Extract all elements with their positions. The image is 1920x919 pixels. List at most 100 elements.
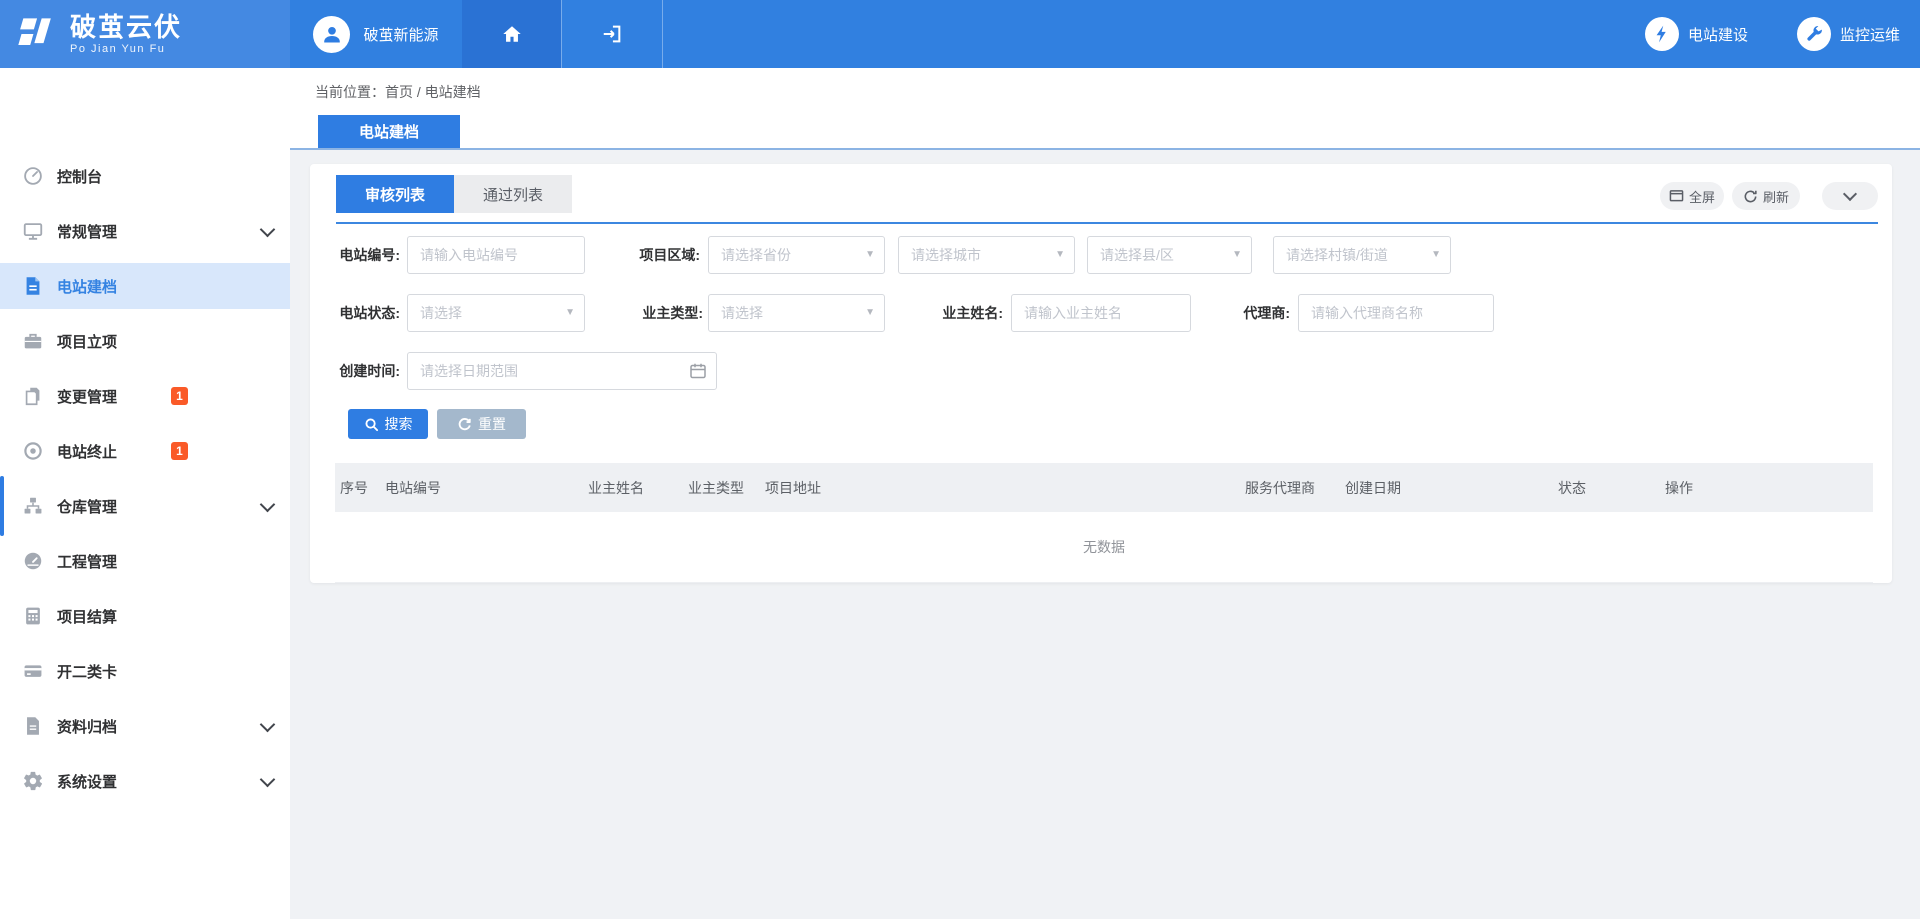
owner-name-label: 业主姓名: bbox=[923, 294, 1003, 332]
sidebar-item-label: 电站建档 bbox=[57, 276, 117, 297]
wrench-icon bbox=[1797, 17, 1831, 51]
sitemap-icon bbox=[22, 495, 44, 517]
county-select[interactable]: 请选择县/区 ▼ bbox=[1087, 236, 1252, 274]
page-tab-station-archive[interactable]: 电站建档 bbox=[318, 115, 460, 148]
reset-button[interactable]: 重置 bbox=[437, 409, 526, 439]
station-no-input[interactable] bbox=[407, 236, 585, 274]
column-header-owner-name: 业主姓名 bbox=[583, 478, 683, 498]
user-name: 破茧新能源 bbox=[363, 24, 438, 45]
owner-name-input[interactable] bbox=[1011, 294, 1191, 332]
county-placeholder: 请选择县/区 bbox=[1100, 245, 1174, 265]
province-select[interactable]: 请选择省份 ▼ bbox=[708, 236, 885, 274]
sidebar-scrollbar-thumb[interactable] bbox=[0, 476, 4, 536]
main-panel: 审核列表 通过列表 全屏 刷新 电站编号: 项目区域: 请选择省份 ▼ 请选择城… bbox=[310, 164, 1892, 583]
module-label: 电站建设 bbox=[1688, 24, 1748, 45]
sidebar-item-data-archive[interactable]: 资料归档 bbox=[0, 703, 290, 749]
sidebar-item-label: 电站终止 bbox=[57, 441, 117, 462]
sidebar-item-project-settlement[interactable]: 项目结算 bbox=[0, 593, 290, 639]
brand-logo: 破茧云伏 Po Jian Yun Fu bbox=[0, 0, 290, 68]
tab-review-list[interactable]: 审核列表 bbox=[336, 175, 454, 213]
reset-label: 重置 bbox=[478, 414, 506, 434]
table-empty-state: 无数据 bbox=[335, 512, 1873, 583]
date-range-placeholder: 请选择日期范围 bbox=[420, 361, 518, 381]
fullscreen-button[interactable]: 全屏 bbox=[1660, 182, 1724, 210]
agent-input[interactable] bbox=[1298, 294, 1494, 332]
column-header-station-no: 电站编号 bbox=[380, 478, 583, 498]
status-placeholder: 请选择 bbox=[420, 303, 462, 323]
caret-down-icon: ▼ bbox=[865, 249, 875, 260]
column-header-service-agent: 服务代理商 bbox=[1240, 478, 1340, 498]
column-header-actions: 操作 bbox=[1660, 478, 1873, 498]
sidebar-item-station-terminate[interactable]: 电站终止 1 bbox=[0, 428, 290, 474]
logout-icon bbox=[601, 23, 623, 45]
breadcrumb: 当前位置：首页 / 电站建档 bbox=[315, 82, 481, 102]
sidebar-item-label: 常规管理 bbox=[57, 221, 117, 242]
sidebar-item-label: 工程管理 bbox=[57, 551, 117, 572]
caret-down-icon: ▼ bbox=[565, 307, 575, 318]
owner-type-label: 业主类型: bbox=[623, 294, 703, 332]
town-select[interactable]: 请选择村镇/街道 ▼ bbox=[1273, 236, 1451, 274]
dashboard-icon bbox=[22, 550, 44, 572]
calendar-icon bbox=[689, 362, 707, 380]
chevron-down-icon bbox=[260, 717, 276, 733]
user-icon bbox=[321, 23, 343, 45]
user-account[interactable]: 破茧新能源 bbox=[290, 0, 462, 68]
header-divider bbox=[662, 0, 663, 68]
sidebar-item-open-class2-card[interactable]: 开二类卡 bbox=[0, 648, 290, 694]
breadcrumb-current: 电站建档 bbox=[425, 84, 481, 100]
sidebar-item-label: 变更管理 bbox=[57, 386, 117, 407]
sidebar-item-label: 项目立项 bbox=[57, 331, 117, 352]
search-label: 搜索 bbox=[385, 414, 413, 434]
station-status-select[interactable]: 请选择 ▼ bbox=[407, 294, 585, 332]
sidebar-item-general-mgmt[interactable]: 常规管理 bbox=[0, 208, 290, 254]
sidebar-item-label: 系统设置 bbox=[57, 771, 117, 792]
fullscreen-icon bbox=[1669, 189, 1684, 203]
station-status-label: 电站状态: bbox=[320, 294, 400, 332]
home-button[interactable] bbox=[462, 0, 561, 68]
date-range-picker[interactable]: 请选择日期范围 bbox=[407, 352, 717, 390]
copy-pages-icon bbox=[22, 385, 44, 407]
sidebar-item-change-mgmt[interactable]: 变更管理 1 bbox=[0, 373, 290, 419]
sidebar-item-project-initiation[interactable]: 项目立项 bbox=[0, 318, 290, 364]
refresh-button[interactable]: 刷新 bbox=[1732, 182, 1800, 210]
town-placeholder: 请选择村镇/街道 bbox=[1286, 245, 1388, 265]
logout-button[interactable] bbox=[561, 0, 662, 68]
column-header-status: 状态 bbox=[1553, 478, 1660, 498]
module-station-build[interactable]: 电站建设 bbox=[1645, 0, 1748, 68]
sidebar-item-label: 项目结算 bbox=[57, 606, 117, 627]
caret-down-icon: ▼ bbox=[1232, 249, 1242, 260]
list-tabbar: 审核列表 通过列表 全屏 刷新 bbox=[336, 175, 1878, 224]
record-circle-icon bbox=[22, 440, 44, 462]
sidebar-item-label: 控制台 bbox=[57, 166, 102, 187]
sidebar-item-engineering-mgmt[interactable]: 工程管理 bbox=[0, 538, 290, 584]
avatar bbox=[313, 16, 350, 53]
search-icon bbox=[364, 417, 379, 432]
province-placeholder: 请选择省份 bbox=[721, 245, 791, 265]
refresh-label: 刷新 bbox=[1763, 187, 1789, 206]
breadcrumb-home-link[interactable]: 首页 bbox=[385, 84, 413, 100]
breadcrumb-separator: / bbox=[413, 84, 425, 100]
file-archive-icon bbox=[22, 715, 44, 737]
collapse-panel-button[interactable] bbox=[1822, 182, 1878, 210]
city-select[interactable]: 请选择城市 ▼ bbox=[898, 236, 1075, 274]
breadcrumb-band: 当前位置：首页 / 电站建档 电站建档 bbox=[290, 68, 1920, 150]
sidebar-item-station-archive[interactable]: 电站建档 bbox=[0, 263, 290, 309]
chevron-down-icon bbox=[260, 772, 276, 788]
chevron-down-icon bbox=[260, 497, 276, 513]
gauge-icon bbox=[22, 165, 44, 187]
column-header-project-address: 项目地址 bbox=[760, 478, 1240, 498]
brand-logo-icon bbox=[16, 12, 60, 56]
region-label: 项目区域: bbox=[620, 236, 700, 274]
brand-text: 破茧云伏 Po Jian Yun Fu bbox=[70, 13, 182, 56]
refresh-icon bbox=[1743, 189, 1758, 204]
chevron-down-icon bbox=[1843, 187, 1857, 201]
search-button[interactable]: 搜索 bbox=[348, 409, 428, 439]
module-monitor-ops[interactable]: 监控运维 bbox=[1797, 0, 1900, 68]
calculator-icon bbox=[22, 605, 44, 627]
sidebar-item-system-settings[interactable]: 系统设置 bbox=[0, 758, 290, 804]
sidebar-item-console[interactable]: 控制台 bbox=[0, 153, 290, 199]
sidebar-item-label: 仓库管理 bbox=[57, 496, 117, 517]
tab-passed-list[interactable]: 通过列表 bbox=[454, 175, 572, 213]
sidebar-item-warehouse-mgmt[interactable]: 仓库管理 bbox=[0, 483, 290, 529]
owner-type-select[interactable]: 请选择 ▼ bbox=[708, 294, 885, 332]
